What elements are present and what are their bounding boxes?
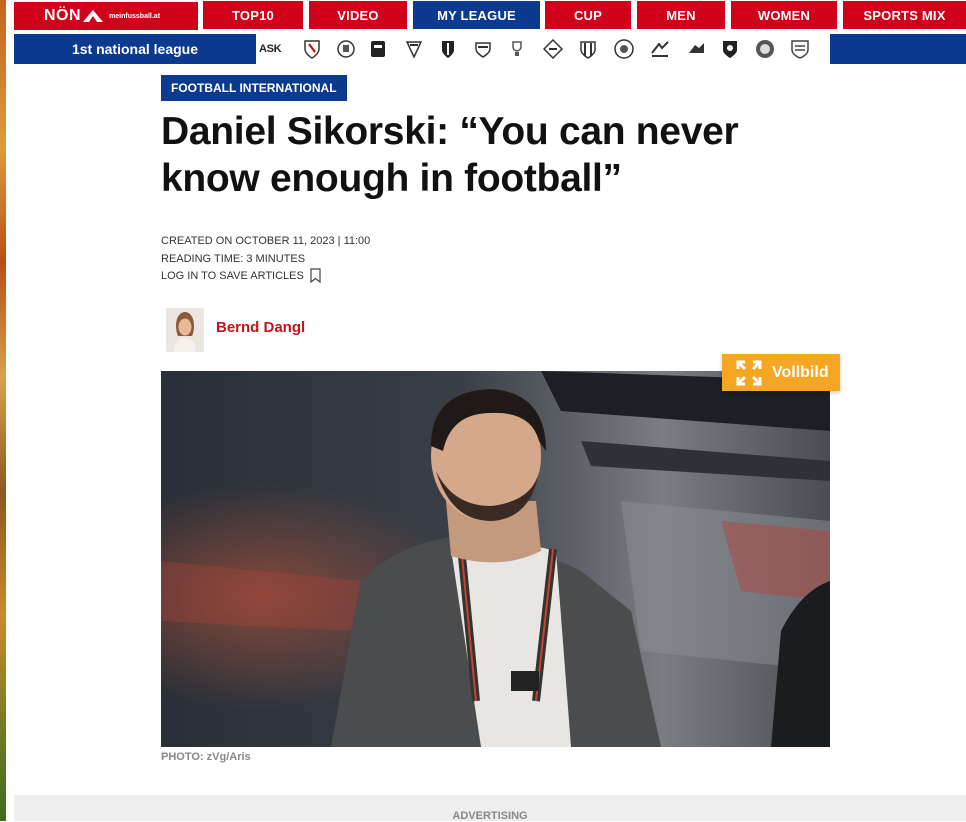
site-logo[interactable]: NÖN meinfussball.at (14, 2, 198, 30)
nav-video[interactable]: VIDEO (309, 1, 407, 29)
background-edge (0, 0, 6, 821)
fullscreen-button[interactable]: Vollbild (722, 354, 840, 391)
club-crest-icon[interactable] (578, 39, 598, 59)
reading-time: READING TIME: 3 MINUTES (161, 253, 306, 265)
logo-text: NÖN (44, 7, 82, 24)
save-article-label: LOG IN TO SAVE ARTICLES (161, 269, 304, 282)
photo-credit: PHOTO: zVg/Aris (161, 751, 251, 763)
nav-top10[interactable]: TOP10 (203, 1, 303, 29)
logo-subtext: meinfussball.at (109, 12, 161, 20)
nav-cup[interactable]: CUP (545, 1, 631, 29)
club-crest-icon[interactable] (404, 39, 424, 59)
nav-men[interactable]: MEN (637, 1, 725, 29)
club-crest-icon[interactable] (755, 39, 775, 59)
club-crest-icon[interactable] (543, 39, 563, 59)
club-ask[interactable]: ASK (259, 43, 282, 55)
bookmark-icon (310, 268, 321, 283)
created-date: CREATED ON OCTOBER 11, 2023 | 11:00 (161, 235, 371, 247)
club-crest-icon[interactable] (473, 39, 493, 59)
fullscreen-label: Vollbild (772, 363, 829, 381)
save-article-button[interactable]: LOG IN TO SAVE ARTICLES (161, 268, 321, 283)
advertising-label: ADVERTISING (452, 810, 528, 822)
club-crest-icon[interactable] (368, 39, 388, 59)
nav-my-league[interactable]: MY LEAGUE (413, 1, 540, 29)
club-crest-icon[interactable] (686, 39, 706, 59)
article-headline: Daniel Sikorski: “You can never know eno… (161, 110, 739, 200)
league-bar-end (830, 34, 966, 64)
author-avatar[interactable] (166, 308, 204, 352)
club-crest-icon[interactable] (507, 39, 527, 59)
advertising-slot: ADVERTISING (14, 795, 966, 822)
logo-mark-icon (83, 10, 104, 22)
club-crest-icon[interactable] (438, 39, 458, 59)
nav-women[interactable]: WOMEN (731, 1, 837, 29)
club-crest-icon[interactable] (720, 39, 740, 59)
author-name[interactable]: Bernd Dangl (216, 319, 305, 336)
nav-sports-mix[interactable]: SPORTS MIX (843, 1, 966, 29)
club-crest-icon[interactable] (336, 39, 356, 59)
club-crest-icon[interactable] (302, 39, 322, 59)
club-crest-icon[interactable] (650, 39, 670, 59)
article-photo[interactable] (161, 371, 830, 747)
club-crest-icon[interactable] (614, 39, 634, 59)
league-selector[interactable]: 1st national league (14, 34, 256, 64)
category-badge[interactable]: FOOTBALL INTERNATIONAL (161, 75, 347, 101)
club-crest-icon[interactable] (790, 39, 810, 59)
expand-icon (736, 360, 762, 385)
